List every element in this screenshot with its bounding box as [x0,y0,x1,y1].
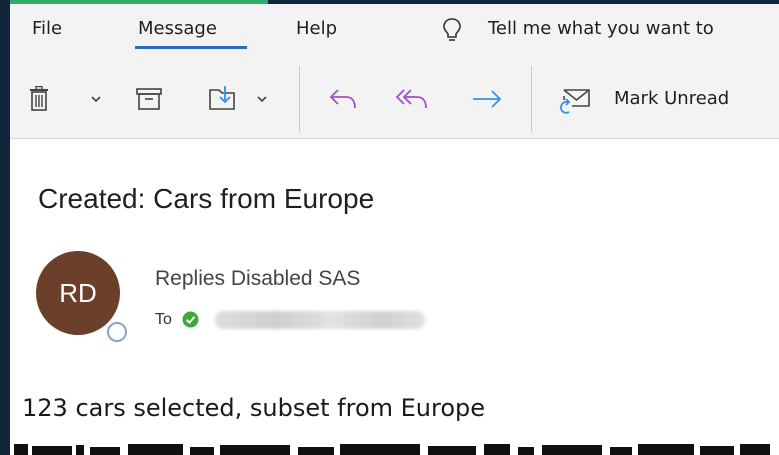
forward-icon[interactable] [471,88,503,110]
lightbulb-icon[interactable] [441,17,463,43]
mark-unread-icon[interactable] [558,84,592,116]
menu-file[interactable]: File [32,16,62,42]
redacted-recipient-name [215,311,425,329]
message-subject: Created: Cars from Europe [38,183,375,214]
cut-off-text-line [10,442,779,455]
move-to-folder-icon[interactable] [208,84,238,112]
active-tab-underline [135,46,247,49]
recipient-available-check-icon [182,311,199,328]
ribbon-toolbar: Mark Unread [10,60,779,139]
reply-all-icon[interactable] [395,86,429,112]
to-label: To [155,311,172,328]
avatar-initials: RD [59,277,97,308]
mark-unread-button-label[interactable]: Mark Unread [614,86,729,112]
tell-me-search[interactable]: Tell me what you want to [488,16,714,42]
trash-icon[interactable] [28,86,50,112]
message-reading-pane: Created: Cars from Europe RD Replies Dis… [10,139,779,442]
reply-icon[interactable] [328,86,358,112]
avatar[interactable]: RD [36,251,120,335]
message-body-text: 123 cars selected, subset from Europe [22,394,486,422]
archive-icon[interactable] [136,87,162,111]
toolbar-separator-2 [531,66,532,132]
menu-message[interactable]: Message [138,16,217,42]
sender-name[interactable]: Replies Disabled SAS [155,267,360,291]
toolbar-separator [299,66,300,132]
outlook-message-window: File Message Help Tell me what you want … [0,0,779,455]
presence-status-icon [107,322,127,342]
move-chevron-down-icon[interactable] [256,94,268,104]
menu-bar: File Message Help Tell me what you want … [10,4,779,60]
menu-help[interactable]: Help [296,16,337,42]
chevron-down-icon[interactable] [90,94,102,104]
